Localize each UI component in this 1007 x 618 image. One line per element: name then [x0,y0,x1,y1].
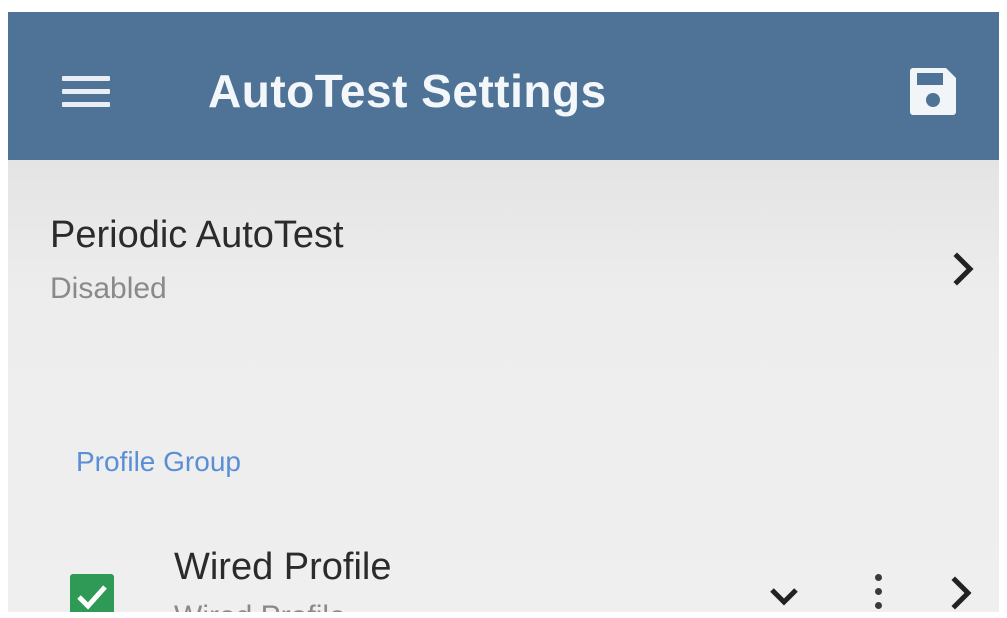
profile-title: Wired Profile [174,546,392,588]
periodic-autotest-status: Disabled [50,272,167,305]
settings-content: Periodic AutoTest Disabled Profile Group… [8,160,999,612]
more-vertical-icon[interactable] [866,568,890,612]
chevron-down-icon[interactable] [764,576,804,612]
chevron-right-icon[interactable] [948,576,976,610]
profile-group-header: Profile Group [76,446,241,477]
save-icon[interactable] [906,64,960,118]
periodic-autotest-row[interactable]: Periodic AutoTest Disabled [8,200,999,320]
checkmark-icon [77,585,107,610]
hamburger-menu-icon[interactable] [62,72,110,112]
profile-subtitle: Wired Profile [174,600,346,612]
floppy-disk-icon [910,68,956,115]
app-bar: AutoTest Settings [8,12,999,160]
profile-row-wired[interactable]: Wired Profile Wired Profile [8,532,999,612]
chevron-right-icon [953,252,974,286]
periodic-autotest-title: Periodic AutoTest [50,214,344,256]
app-window: AutoTest Settings Periodic AutoTest Disa… [8,12,999,612]
page-title: AutoTest Settings [208,65,607,117]
checkbox-checked-icon[interactable] [70,574,114,612]
